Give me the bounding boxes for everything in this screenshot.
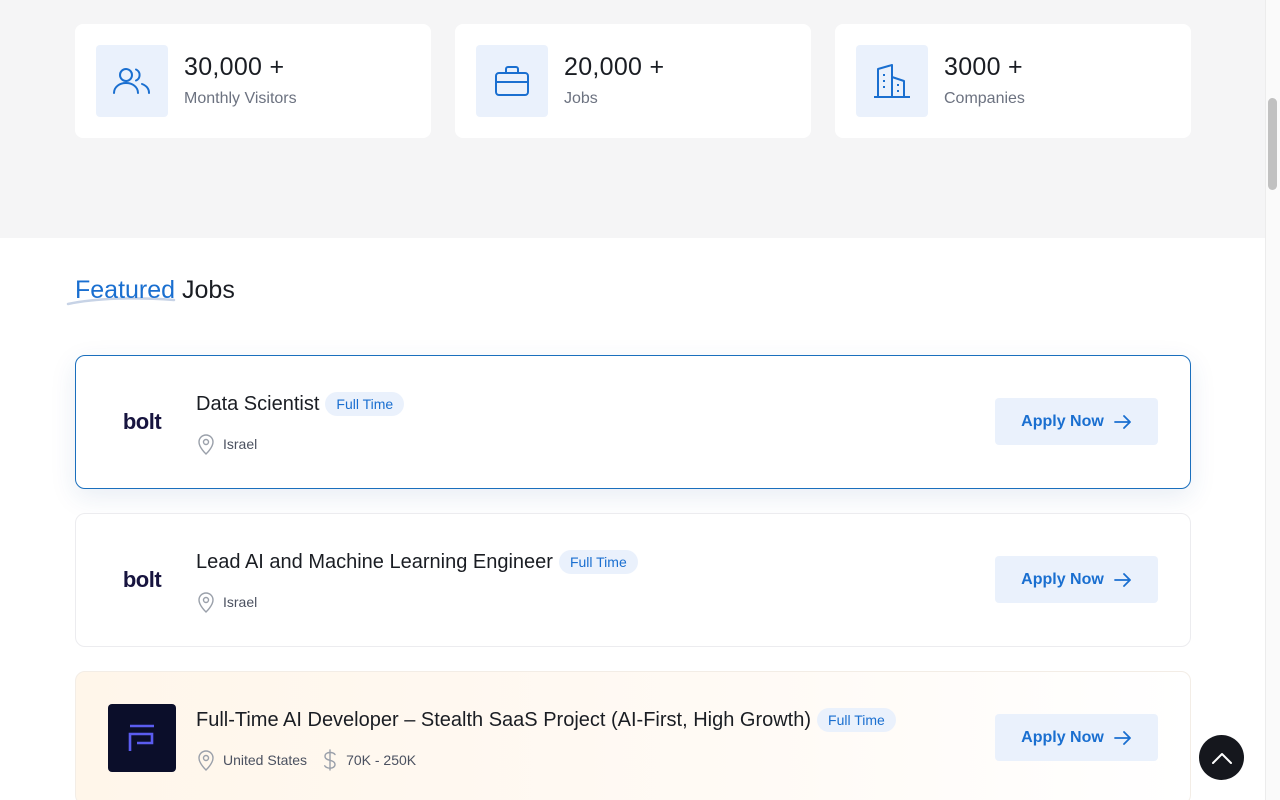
apply-now-button[interactable]: Apply Now [995,398,1158,445]
arrow-right-icon [1113,414,1131,429]
scrollbar-thumb[interactable] [1268,98,1277,190]
company-logo [108,704,176,772]
location-pin-icon [198,750,214,771]
title-accent: Featured [75,276,176,304]
apply-now-button[interactable]: Apply Now [995,556,1158,603]
job-location: Israel [223,594,258,610]
job-type-badge: Full Time [817,708,896,732]
stat-label: Monthly Visitors [184,90,297,107]
scroll-to-top-button[interactable] [1199,735,1244,780]
job-card[interactable]: bolt Data Scientist Full Time Israel App… [75,355,1191,489]
title-rest: Jobs [182,276,235,304]
users-icon [96,45,168,117]
stat-value: 30,000 + [184,53,285,81]
job-type-badge: Full Time [325,392,405,416]
job-location: Israel [223,436,258,452]
stealth-logo-icon [128,724,154,751]
dollar-icon [324,749,336,771]
arrow-right-icon [1113,572,1131,587]
stats-section: 30,000 + Monthly Visitors 20,000 + Jobs … [0,0,1265,238]
stat-value: 20,000 + [564,53,665,81]
job-title[interactable]: Lead AI and Machine Learning Engineer [196,551,553,574]
job-card[interactable]: Full-Time AI Developer – Stealth SaaS Pr… [75,671,1191,800]
company-logo: bolt [108,388,176,456]
stat-card-visitors: 30,000 + Monthly Visitors [75,24,431,138]
bolt-logo-text: bolt [122,409,162,434]
job-title[interactable]: Data Scientist [196,393,319,416]
building-icon [856,45,928,117]
apply-now-label: Apply Now [1021,728,1104,746]
job-title[interactable]: Full-Time AI Developer – Stealth SaaS Pr… [196,709,811,732]
stat-label: Companies [944,90,1025,107]
stat-value: 3000 + [944,53,1023,81]
stat-card-companies: 3000 + Companies [835,24,1191,138]
stat-label: Jobs [564,90,598,107]
apply-now-label: Apply Now [1021,412,1104,430]
chevron-up-icon [1211,752,1232,764]
job-location: United States [223,752,308,768]
featured-jobs-title: Featured Jobs [75,276,235,305]
bolt-logo-text: bolt [122,567,162,592]
apply-now-button[interactable]: Apply Now [995,714,1158,761]
briefcase-icon [476,45,548,117]
company-logo: bolt [108,546,176,614]
job-card[interactable]: bolt Lead AI and Machine Learning Engine… [75,513,1191,647]
location-pin-icon [198,592,214,613]
stat-card-jobs: 20,000 + Jobs [455,24,811,138]
arrow-right-icon [1113,730,1131,745]
location-pin-icon [198,434,214,455]
job-type-badge: Full Time [558,550,638,574]
apply-now-label: Apply Now [1021,570,1104,588]
job-salary: 70K - 250K [346,752,417,768]
